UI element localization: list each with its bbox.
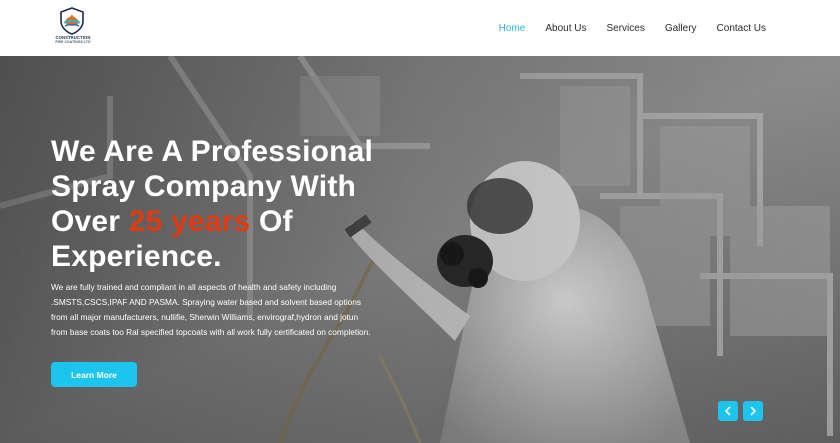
nav-item-home[interactable]: Home <box>499 23 526 34</box>
chevron-right-icon <box>750 406 756 416</box>
chevron-left-icon <box>725 406 731 416</box>
hero-title: We Are A Professional Spray Company With… <box>51 134 431 274</box>
slider-next-button[interactable] <box>743 401 763 421</box>
company-logo[interactable]: CONSTRUCTION FIRE COATINGS LTD <box>52 7 94 47</box>
nav-item-contact-us[interactable]: Contact Us <box>717 23 766 34</box>
hero-description: We are fully trained and compliant in al… <box>51 282 371 337</box>
hero-title-accent: 25 years <box>128 205 251 238</box>
nav-item-services[interactable]: Services <box>606 23 644 34</box>
nav-item-about-us[interactable]: About Us <box>545 23 586 34</box>
slider-prev-button[interactable] <box>718 401 738 421</box>
shield-logo-icon <box>60 7 84 35</box>
main-nav: Home About Us Services Gallery Contact U… <box>479 0 766 56</box>
hero-slider: We Are A Professional Spray Company With… <box>0 56 840 443</box>
learn-more-button[interactable]: Learn More <box>51 362 137 387</box>
site-header: CONSTRUCTION FIRE COATINGS LTD Home Abou… <box>0 0 840 56</box>
logo-text-line2: FIRE COATINGS LTD <box>55 40 91 44</box>
nav-item-gallery[interactable]: Gallery <box>665 23 697 34</box>
